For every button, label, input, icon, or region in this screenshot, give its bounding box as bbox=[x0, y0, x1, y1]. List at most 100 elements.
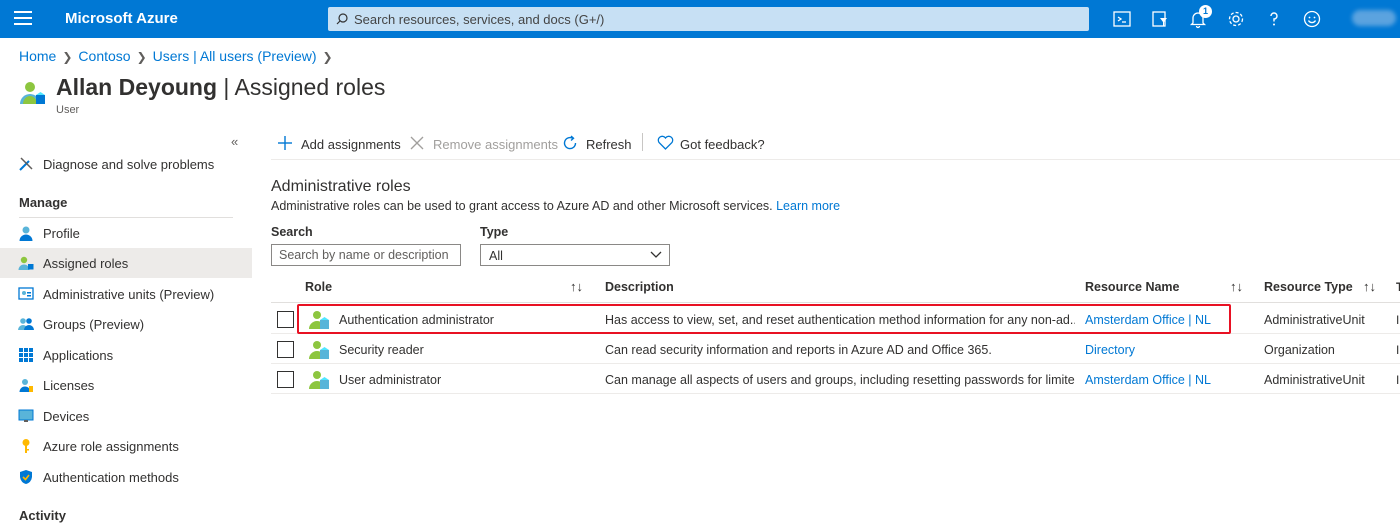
column-header-resource-type[interactable]: Resource Type bbox=[1264, 280, 1353, 294]
help-icon[interactable] bbox=[1264, 9, 1284, 29]
user-role-icon bbox=[18, 256, 34, 270]
got-feedback-label: Got feedback? bbox=[680, 137, 765, 152]
role-icon bbox=[309, 311, 329, 329]
sidebar-item-diagnose[interactable]: Diagnose and solve problems bbox=[0, 149, 252, 179]
notification-badge: 1 bbox=[1199, 5, 1212, 18]
role-search-input[interactable] bbox=[271, 244, 461, 266]
search-label: Search bbox=[271, 225, 313, 239]
resource-name-link[interactable]: Amsterdam Office | NL bbox=[1085, 373, 1211, 387]
settings-gear-icon[interactable] bbox=[1226, 9, 1246, 29]
resource-type: AdministrativeUnit bbox=[1264, 313, 1365, 327]
applications-grid-icon bbox=[19, 348, 33, 362]
table-header-border bbox=[271, 302, 1400, 303]
row-checkbox[interactable] bbox=[277, 311, 294, 328]
sidebar-item-label: Profile bbox=[43, 226, 80, 241]
sidebar-item-devices[interactable]: Devices bbox=[0, 401, 252, 431]
page-title-name: Allan Deyoung bbox=[56, 74, 218, 100]
role-icon bbox=[309, 371, 329, 389]
role-description: Has access to view, set, and reset authe… bbox=[605, 313, 1075, 327]
breadcrumb: Home ❯ Contoso ❯ Users | All users (Preview)… bbox=[19, 48, 339, 64]
shield-icon bbox=[20, 470, 32, 484]
sidebar-item-label: Groups (Preview) bbox=[43, 317, 145, 332]
role-name[interactable]: Security reader bbox=[339, 343, 424, 357]
section-description: Administrative roles can be used to gran… bbox=[271, 199, 840, 213]
feedback-smiley-icon[interactable] bbox=[1302, 9, 1322, 29]
sidebar-item-admin-units[interactable]: Administrative units (Preview) bbox=[0, 279, 252, 309]
column-header-resource-name[interactable]: Resource Name bbox=[1085, 280, 1180, 294]
global-search[interactable] bbox=[328, 7, 1089, 31]
add-assignments-label: Add assignments bbox=[301, 137, 401, 152]
sidebar-item-label: Licenses bbox=[43, 378, 95, 393]
close-x-icon bbox=[410, 136, 424, 150]
type-dropdown[interactable]: All bbox=[480, 244, 670, 266]
page-title-section: | Assigned roles bbox=[223, 74, 386, 100]
row-checkbox[interactable] bbox=[277, 341, 294, 358]
learn-more-link[interactable]: Learn more bbox=[776, 199, 840, 213]
devices-monitor-icon bbox=[18, 409, 34, 422]
chevron-right-icon: ❯ bbox=[322, 50, 333, 64]
page-subtitle: User bbox=[56, 104, 80, 116]
sidebar-item-assigned-roles[interactable]: Assigned roles bbox=[0, 248, 252, 278]
type-label: Type bbox=[480, 225, 509, 239]
sidebar-manage-header: Manage bbox=[19, 195, 68, 210]
breadcrumb-home[interactable]: Home bbox=[19, 48, 56, 64]
resource-name-link[interactable]: Amsterdam Office | NL bbox=[1085, 313, 1211, 327]
sidebar-item-groups[interactable]: Groups (Preview) bbox=[0, 309, 252, 339]
brand-title[interactable]: Microsoft Azure bbox=[65, 10, 178, 27]
role-icon bbox=[309, 341, 329, 359]
directory-filter-icon[interactable] bbox=[1150, 9, 1170, 29]
breadcrumb-users[interactable]: Users | All users (Preview) bbox=[153, 48, 317, 64]
sidebar-item-authentication-methods[interactable]: Authentication methods bbox=[0, 462, 252, 492]
sidebar-item-profile[interactable]: Profile bbox=[0, 218, 252, 248]
account-menu[interactable] bbox=[1352, 10, 1396, 26]
sidebar-item-label: Azure role assignments bbox=[43, 439, 179, 454]
resource-name-link[interactable]: Directory bbox=[1085, 343, 1135, 357]
toolbar-divider bbox=[642, 133, 643, 151]
groups-icon bbox=[18, 318, 34, 330]
collapse-sidebar-button[interactable]: « bbox=[231, 134, 238, 149]
page-title: Allan Deyoung | Assigned roles bbox=[56, 74, 385, 101]
column-header-overflow: T bbox=[1396, 280, 1400, 294]
sort-role-icon[interactable]: ↑↓ bbox=[570, 279, 583, 294]
row-overflow-marker: I bbox=[1396, 313, 1400, 327]
role-name[interactable]: Authentication administrator bbox=[339, 313, 494, 327]
resource-type: Organization bbox=[1264, 343, 1335, 357]
role-description: Can read security information and report… bbox=[605, 343, 992, 357]
breadcrumb-contoso[interactable]: Contoso bbox=[78, 48, 130, 64]
user-icon bbox=[19, 226, 33, 241]
global-search-input[interactable] bbox=[354, 7, 1074, 31]
user-avatar-icon bbox=[20, 82, 45, 104]
column-header-description[interactable]: Description bbox=[605, 280, 674, 294]
sidebar-item-label: Authentication methods bbox=[43, 470, 179, 485]
top-bar: Microsoft Azure 1 bbox=[0, 0, 1400, 38]
plus-icon bbox=[278, 136, 292, 150]
sort-resource-type-icon[interactable]: ↑↓ bbox=[1363, 279, 1376, 294]
key-icon bbox=[22, 439, 30, 453]
toolbar-bottom-border bbox=[271, 159, 1400, 160]
table-row[interactable]: User administrator Can manage all aspect… bbox=[271, 364, 1400, 394]
table-row[interactable]: Authentication administrator Has access … bbox=[271, 304, 1400, 334]
sidebar-item-label: Applications bbox=[43, 348, 114, 363]
table-row[interactable]: Security reader Can read security inform… bbox=[271, 334, 1400, 364]
sidebar-item-label: Administrative units (Preview) bbox=[43, 287, 215, 302]
type-dropdown-value: All bbox=[489, 249, 503, 263]
resource-type: AdministrativeUnit bbox=[1264, 373, 1365, 387]
sidebar-item-azure-role-assignments[interactable]: Azure role assignments bbox=[0, 431, 252, 461]
sidebar-item-label: Devices bbox=[43, 409, 90, 424]
sort-resource-name-icon[interactable]: ↑↓ bbox=[1230, 279, 1243, 294]
wrench-icon bbox=[19, 157, 33, 171]
sidebar-item-applications[interactable]: Applications bbox=[0, 340, 252, 370]
sidebar-item-label: Diagnose and solve problems bbox=[43, 157, 215, 172]
row-overflow-marker: I bbox=[1396, 343, 1400, 357]
column-header-role[interactable]: Role bbox=[305, 280, 332, 294]
admin-units-icon bbox=[18, 287, 34, 300]
refresh-label: Refresh bbox=[586, 137, 632, 152]
role-name[interactable]: User administrator bbox=[339, 373, 441, 387]
row-checkbox[interactable] bbox=[277, 371, 294, 388]
refresh-icon bbox=[563, 135, 577, 150]
section-title: Administrative roles bbox=[271, 178, 411, 195]
cloud-shell-icon[interactable] bbox=[1112, 9, 1132, 29]
sidebar-item-licenses[interactable]: Licenses bbox=[0, 370, 252, 400]
search-icon bbox=[336, 13, 348, 25]
hamburger-menu-icon[interactable] bbox=[14, 11, 32, 27]
